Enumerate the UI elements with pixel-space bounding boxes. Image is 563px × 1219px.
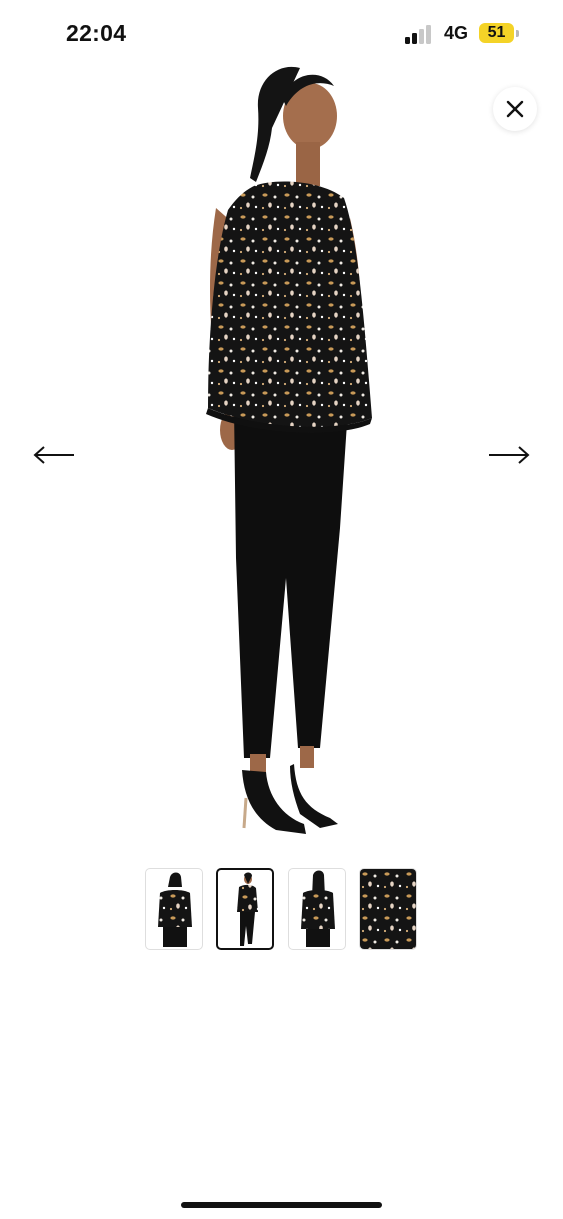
thumbnail-side-view[interactable] (216, 868, 274, 950)
close-icon (506, 100, 524, 118)
battery-tip (516, 30, 519, 37)
signal-strength-icon (405, 25, 431, 44)
thumbnail-back-view[interactable] (288, 868, 346, 950)
thumbnail-strip (145, 868, 419, 952)
next-image-button[interactable] (487, 440, 531, 470)
status-bar: 22:04 4G 51 (0, 0, 563, 64)
arrow-left-icon (33, 446, 74, 464)
home-indicator (181, 1202, 382, 1208)
battery-icon: 51 (479, 23, 514, 43)
status-time: 22:04 (66, 20, 127, 46)
product-main-image[interactable] (150, 58, 413, 848)
network-type: 4G (444, 23, 469, 43)
thumbnail-fabric-detail[interactable] (359, 868, 417, 950)
battery-level: 51 (487, 24, 506, 41)
close-button[interactable] (493, 87, 537, 131)
thumbnail-front-view[interactable] (145, 868, 203, 950)
arrow-right-icon (489, 446, 530, 464)
previous-image-button[interactable] (32, 440, 76, 470)
